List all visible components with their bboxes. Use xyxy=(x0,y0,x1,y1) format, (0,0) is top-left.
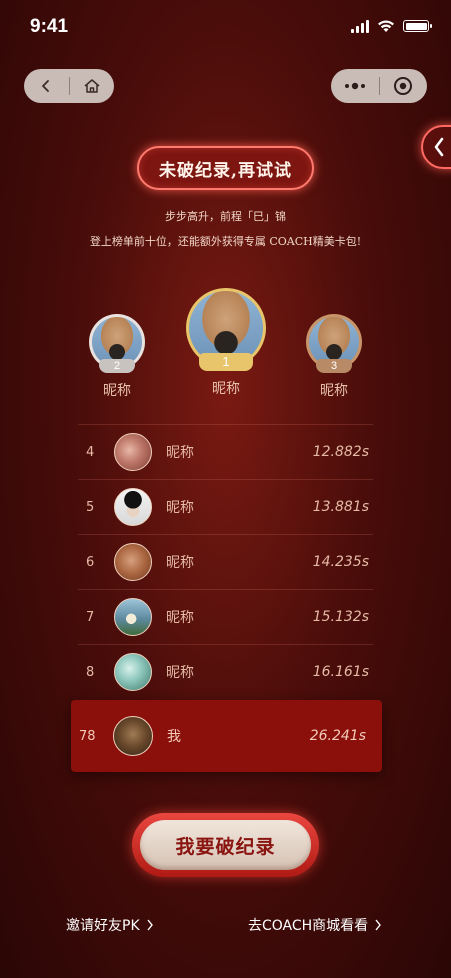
avatar: 1 xyxy=(186,288,266,371)
leaderboard-row[interactable]: 8 昵称 16.161s xyxy=(78,644,373,699)
avatar xyxy=(114,543,152,581)
chevron-left-icon xyxy=(42,80,50,92)
result-title: 未破纪录,再试试 xyxy=(137,146,314,190)
podium-name: 昵称 xyxy=(320,383,348,399)
battery-icon xyxy=(403,20,432,32)
more-button[interactable] xyxy=(331,69,379,103)
slogan-text: 步步高升，前程「巳」锦 xyxy=(165,210,286,223)
row-name: 昵称 xyxy=(166,610,194,626)
status-icons xyxy=(351,18,432,34)
chevron-left-icon xyxy=(434,137,444,157)
row-name: 昵称 xyxy=(166,665,194,681)
break-record-button[interactable]: 我要破纪录 xyxy=(140,820,311,870)
row-name: 昵称 xyxy=(166,500,194,516)
rank-badge: 3 xyxy=(316,359,352,373)
podium-name: 昵称 xyxy=(212,381,240,397)
avatar: 3 xyxy=(306,314,362,373)
podium-name: 昵称 xyxy=(103,383,131,399)
leaderboard-list: 4 昵称 12.882s 5 昵称 13.881s 6 昵称 14.235s 7… xyxy=(78,424,373,699)
side-drawer-tab[interactable] xyxy=(421,125,451,169)
row-time: 16.161s xyxy=(312,664,369,680)
avatar xyxy=(114,653,152,691)
my-name: 我 xyxy=(167,729,181,745)
close-miniprogram-button[interactable] xyxy=(380,69,428,103)
rank-badge: 1 xyxy=(199,353,253,371)
target-icon xyxy=(394,77,413,95)
row-rank: 6 xyxy=(86,554,95,570)
podium-third: 3 昵称 xyxy=(304,314,364,400)
nav-pill xyxy=(24,69,114,103)
row-time: 13.881s xyxy=(312,499,369,515)
reward-hint: 登上榜单前十位，还能额外获得专属 COACH精美卡包! xyxy=(89,235,362,248)
row-time: 12.882s xyxy=(312,444,369,460)
coach-shop-link[interactable]: 去COACH商城看看 xyxy=(248,915,382,935)
home-icon xyxy=(84,79,100,93)
my-rank-row[interactable]: 78 我 26.241s xyxy=(71,700,382,772)
capsule-menu xyxy=(331,69,427,103)
avatar xyxy=(114,433,152,471)
wifi-icon xyxy=(378,20,394,32)
row-name: 昵称 xyxy=(166,445,194,461)
row-rank: 8 xyxy=(86,664,95,680)
podium-first: 1 昵称 xyxy=(184,288,268,398)
row-time: 14.235s xyxy=(312,554,369,570)
avatar: 2 xyxy=(89,314,145,373)
avatar xyxy=(114,598,152,636)
row-rank: 5 xyxy=(86,499,95,515)
signal-icon xyxy=(351,19,369,33)
row-time: 15.132s xyxy=(312,609,369,625)
status-time: 9:41 xyxy=(30,16,69,37)
home-button[interactable] xyxy=(70,69,115,103)
my-time: 26.241s xyxy=(309,728,366,744)
chevron-right-icon xyxy=(147,919,153,931)
row-rank: 7 xyxy=(86,609,95,625)
coach-shop-label: 去COACH商城看看 xyxy=(248,918,369,934)
my-rank: 78 xyxy=(79,728,96,744)
back-button[interactable] xyxy=(24,69,69,103)
leaderboard-row[interactable]: 6 昵称 14.235s xyxy=(78,534,373,589)
leaderboard-row[interactable]: 4 昵称 12.882s xyxy=(78,424,373,479)
podium-second: 2 昵称 xyxy=(87,314,147,400)
row-rank: 4 xyxy=(86,444,95,460)
leaderboard-row[interactable]: 7 昵称 15.132s xyxy=(78,589,373,644)
rank-badge: 2 xyxy=(99,359,135,373)
more-dots-icon xyxy=(344,82,365,90)
row-name: 昵称 xyxy=(166,555,194,571)
avatar xyxy=(114,488,152,526)
invite-pk-link[interactable]: 邀请好友PK xyxy=(66,915,154,935)
chevron-right-icon xyxy=(375,919,382,931)
leaderboard-row[interactable]: 5 昵称 13.881s xyxy=(78,479,373,534)
invite-pk-label: 邀请好友PK xyxy=(66,918,140,934)
avatar xyxy=(113,716,153,756)
